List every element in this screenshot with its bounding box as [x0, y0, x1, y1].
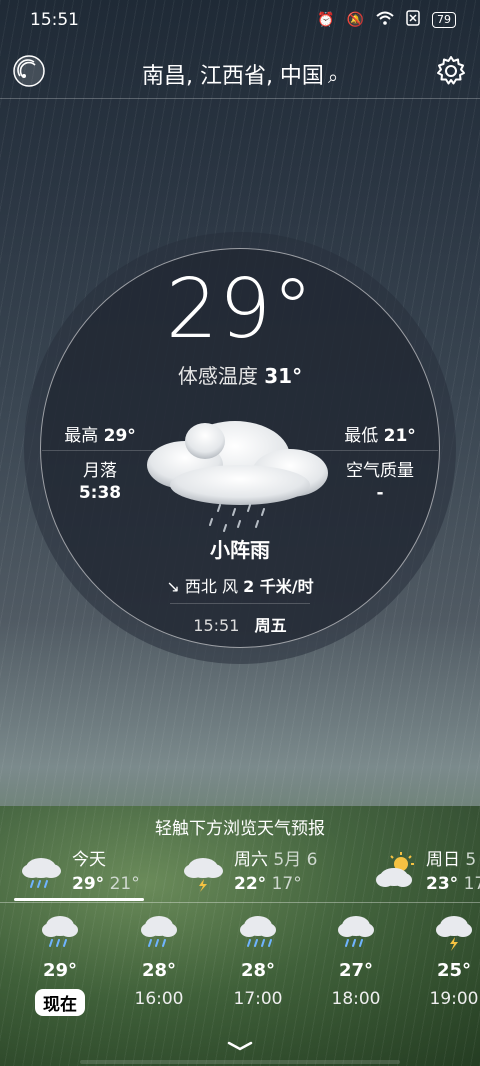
hour-time: 19:00: [429, 989, 479, 1009]
moonset-value: 5:38: [78, 483, 122, 503]
rain-cloud-icon: [141, 916, 177, 947]
day-high: 29°: [72, 874, 105, 894]
day-name: 周日: [426, 850, 460, 870]
hour-temp: 28°: [141, 960, 177, 981]
feels-like-label: 体感温度: [177, 364, 258, 388]
aqi-label: 空气质量: [346, 461, 414, 481]
current-temperature: 29°: [165, 262, 315, 357]
search-icon: ⌕: [327, 67, 339, 88]
hour-time: 16:00: [134, 989, 184, 1009]
air-quality[interactable]: 空气质量 -: [332, 460, 428, 504]
wind-arrow-icon: ↘: [166, 577, 180, 596]
gear-icon[interactable]: [434, 54, 468, 88]
header: 南昌, 江西省, 中国 ⌕: [0, 48, 480, 99]
hour-temp: 27°: [338, 960, 374, 981]
high-value: 29°: [103, 426, 136, 446]
rain-cloud-icon: [147, 421, 328, 532]
wind-direction: 西北 风: [184, 577, 238, 596]
rain-cloud-icon: [22, 858, 61, 888]
day-item-saturday[interactable]: 周六 5月 6 22° 17°: [182, 848, 317, 896]
hour-item[interactable]: 28° 16:00: [119, 912, 199, 1009]
battery-icon: 79: [432, 12, 456, 28]
wifi-icon: [376, 11, 394, 29]
feels-like-value: 31°: [264, 364, 303, 388]
forecast-hint: 轻触下方浏览天气预报: [155, 819, 325, 839]
day-low: 17°: [271, 874, 302, 894]
high-label: 最高: [64, 426, 99, 446]
day-high: 23°: [426, 874, 459, 894]
day-label: 今天 29° 21°: [72, 848, 140, 896]
hour-item[interactable]: 28° 17:00: [218, 912, 298, 1009]
status-bar: 15:51 ⏰ 🔕 79: [0, 0, 480, 40]
location-selector[interactable]: 南昌, 江西省, 中国 ⌕: [0, 58, 480, 90]
day-high: 22°: [234, 874, 267, 894]
chevron-down-icon[interactable]: [226, 1040, 254, 1052]
wind-info: ↘ 西北 风 2 千米/时: [0, 573, 480, 597]
day-date: 5: [465, 850, 477, 870]
day-date: 5月 6: [273, 850, 318, 870]
hour-item[interactable]: 29° 现在: [20, 912, 100, 1016]
aqi-value: -: [376, 483, 384, 503]
hour-item[interactable]: 27° 18:00: [316, 912, 396, 1009]
moonset-label: 月落: [83, 461, 117, 481]
day-low: 21°: [109, 874, 140, 894]
low-label: 最低: [344, 426, 379, 446]
day-label: 周日 5 23° 17: [426, 848, 480, 896]
rain-cloud-icon: [240, 916, 276, 947]
thunder-cloud-icon: [184, 858, 223, 892]
hour-time: 18:00: [331, 989, 381, 1009]
feels-like: 体感温度 31°: [0, 360, 480, 389]
wind-speed: 2 千米/时: [243, 577, 314, 596]
home-indicator: [80, 1060, 400, 1064]
selected-day-indicator: [14, 898, 144, 901]
day-item-sunday[interactable]: 周日 5 23° 17: [374, 848, 480, 896]
hour-temp: 28°: [240, 960, 276, 981]
hour-time: 17:00: [233, 989, 283, 1009]
high-temp: 最高 29°: [52, 421, 148, 446]
sim-off-icon: [406, 10, 420, 30]
location-name: 南昌, 江西省, 中国: [141, 64, 324, 89]
current-weekday: 周五: [254, 616, 287, 635]
day-name: 周六: [234, 850, 268, 870]
day-item-today[interactable]: 今天 29° 21°: [20, 848, 140, 896]
hour-item[interactable]: 25° 19:00: [414, 912, 480, 1009]
bottom-divider: [170, 603, 310, 604]
status-time: 15:51: [30, 10, 79, 30]
moonset: 月落 5:38: [52, 460, 148, 504]
hour-temp: 25°: [436, 960, 472, 981]
hour-time-now: 现在: [35, 989, 85, 1016]
alarm-icon: ⏰: [317, 12, 335, 28]
low-temp: 最低 21°: [332, 421, 428, 446]
condition-text: 小阵雨: [210, 538, 270, 562]
rain-cloud-icon: [338, 916, 374, 947]
current-datetime: 15:51 周五: [0, 612, 480, 636]
status-icons: ⏰ 🔕 79: [317, 10, 456, 30]
rain-cloud-icon: [42, 916, 78, 947]
daily-separator: [0, 902, 480, 903]
thunder-cloud-icon: [436, 916, 472, 951]
day-label: 周六 5月 6 22° 17°: [234, 848, 317, 896]
mute-icon: 🔕: [346, 12, 364, 28]
day-low: 17: [463, 874, 480, 894]
hour-temp: 29°: [42, 960, 78, 981]
current-time: 15:51: [193, 616, 240, 635]
day-name: 今天: [72, 850, 106, 870]
low-value: 21°: [383, 426, 416, 446]
partly-sunny-icon: [376, 852, 414, 887]
